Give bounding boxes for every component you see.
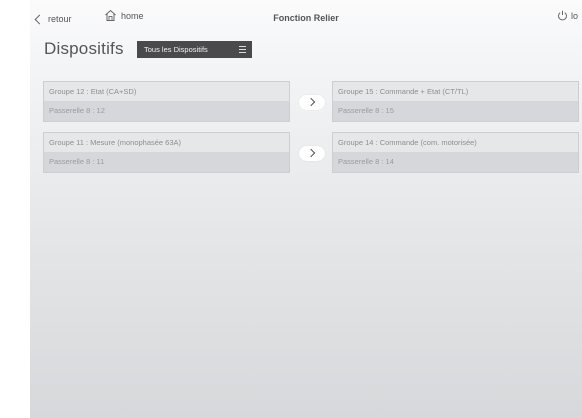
link-button[interactable]: [299, 95, 325, 110]
target-device-card[interactable]: Groupe 15 : Commande + Etat (CT/TL) Pass…: [333, 82, 578, 121]
device-gateway: Passerelle 8 : 14: [338, 157, 394, 166]
page-title: Dispositifs: [44, 39, 124, 58]
device-title: Groupe 14 : Commande (com. motorisée): [333, 133, 578, 152]
top-bar: retour home Fonction Relier lo: [30, 0, 582, 36]
source-device-card[interactable]: Groupe 11 : Mesure (monophasée 63A) Pass…: [44, 133, 289, 172]
filter-selected-value: Tous les Dispositifs: [144, 45, 208, 54]
chevron-right-icon: [306, 148, 316, 158]
page-header-title: Fonction Relier: [273, 13, 339, 23]
device-title: Groupe 15 : Commande + Etat (CT/TL): [333, 82, 578, 101]
logout-label: lo: [571, 10, 579, 21]
menu-icon: [239, 46, 246, 53]
device-gateway: Passerelle 8 : 12: [49, 106, 105, 115]
power-icon: [558, 10, 567, 21]
chevron-right-icon: [306, 97, 316, 107]
target-device-card[interactable]: Groupe 14 : Commande (com. motorisée) Pa…: [333, 133, 578, 172]
app-screen: retour home Fonction Relier lo Dispositi…: [30, 0, 582, 418]
device-gateway: Passerelle 8 : 11: [49, 157, 105, 166]
device-title: Groupe 11 : Mesure (monophasée 63A): [44, 133, 289, 152]
link-button[interactable]: [299, 146, 325, 161]
device-title: Groupe 12 : Etat (CA+SD): [44, 82, 289, 101]
device-filter-select[interactable]: Tous les Dispositifs: [137, 41, 252, 58]
device-gateway: Passerelle 8 : 15: [338, 106, 394, 115]
source-device-card[interactable]: Groupe 12 : Etat (CA+SD) Passerelle 8 : …: [44, 82, 289, 121]
logout-button[interactable]: lo: [557, 10, 578, 21]
